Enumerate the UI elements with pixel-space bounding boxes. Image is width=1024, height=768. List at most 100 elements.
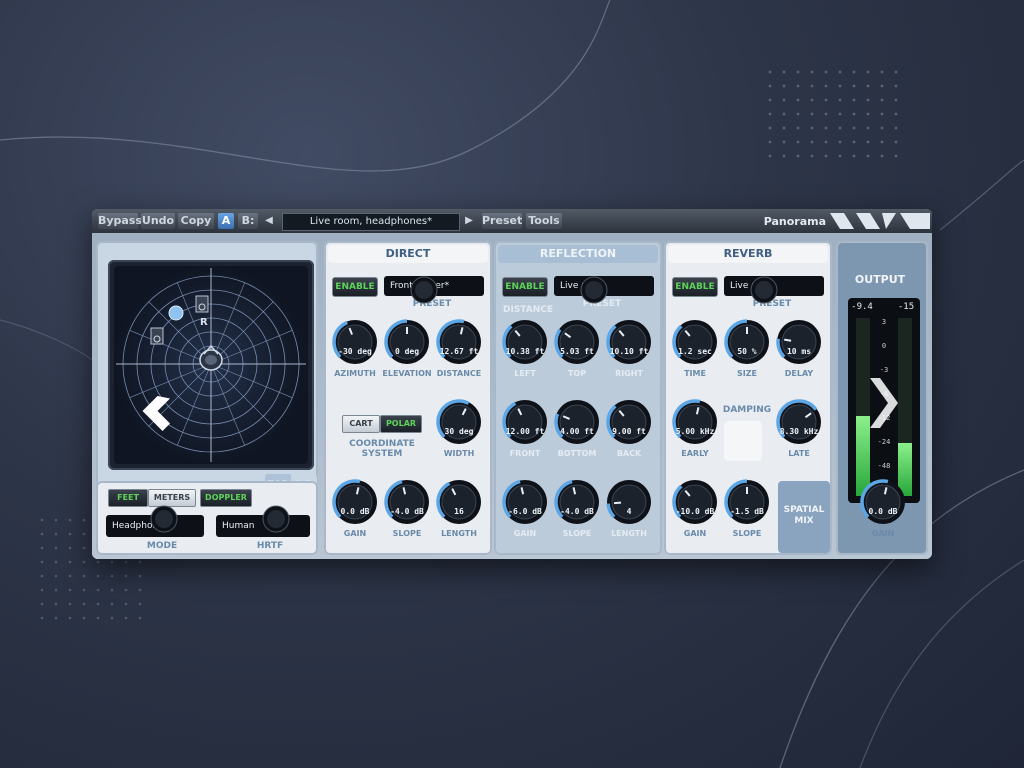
reverb-delay-knob[interactable]: 10 ms [774,317,824,367]
reflection-bottom-knob[interactable]: 4.00 ft [552,397,602,447]
undo-button[interactable]: Undo [141,213,175,229]
reflection-gain-knob[interactable]: -6.0 dB [500,477,550,527]
meter-scale-label: -3 [879,366,889,374]
reflection-preset-knob[interactable] [580,276,608,304]
reflection-length-knob[interactable]: 4 [604,477,654,527]
direct-gain-knob[interactable]: 0.0 dB [330,477,380,527]
reflection-front-knob[interactable]: 12.00 ft [500,397,550,447]
knob-label: GAIN [513,529,537,538]
reverb-title: REVERB [668,245,828,263]
coordinate-system-label: COORDINATE SYSTEM [349,439,415,459]
knob-label: SLOPE [392,529,422,538]
speaker-icon[interactable] [150,327,164,345]
reflection-right-knob[interactable]: 10.10 ft [604,317,654,367]
azimuth-knob[interactable]: -30 deg [330,317,380,367]
knob-label: TIME [684,369,706,378]
preset-prev-icon[interactable]: ◀ [262,213,276,229]
knob-label: GAIN [343,529,367,538]
cart-toggle[interactable]: CART [342,415,380,433]
hrtf-label: HRTF [256,541,284,551]
feet-toggle[interactable]: FEET [108,489,148,507]
damping-late-knob[interactable]: 8.30 kHz [774,397,824,447]
knob-value-readout: 12.67 ft [439,347,479,356]
knob-label: SLOPE [562,529,592,538]
mode-knob[interactable] [150,505,178,533]
reverb-time-knob[interactable]: 1.2 sec [670,317,720,367]
knob-value-readout: 0.0 dB [340,507,370,516]
knob-label: EARLY [681,449,709,458]
knob-value-readout: 1.2 sec [678,347,712,356]
knob-label: LENGTH [611,529,647,538]
plugin-toolbar: Bypass Undo Copy A B: ◀ Live room, headp… [92,209,932,233]
reverb-slope-knob[interactable]: -1.5 dB [722,477,772,527]
output-title: OUTPUT [854,273,906,286]
reverb-preset-knob[interactable] [750,276,778,304]
distance-knob[interactable]: 12.67 ft [434,317,484,367]
knob-value-readout: 5.03 ft [560,347,594,356]
chevron-right-icon[interactable] [864,378,900,428]
knob-label: GAIN [871,529,895,538]
setup-b-button[interactable]: B: [238,213,258,229]
hrtf-knob[interactable] [262,505,290,533]
setup-a-button[interactable]: A [218,213,234,229]
knob-label: AZIMUTH [334,369,376,378]
reverb-enable-button[interactable]: ENABLE [672,277,718,297]
knob-value-readout: 4 [626,507,632,516]
knob-value-readout: 30 deg [444,427,474,436]
direct-enable-button[interactable]: ENABLE [332,277,378,297]
reverb-size-knob[interactable]: 50 % [722,317,772,367]
reflection-back-knob[interactable]: 9.00 ft [604,397,654,447]
knob-value-readout: -4.0 dB [390,507,424,516]
speaker-icon[interactable] [195,295,209,313]
preset-name-display[interactable]: Live room, headphones* [282,213,460,231]
doppler-toggle[interactable]: DOPPLER [200,489,252,507]
output-gain-knob[interactable]: 0.0 dB [858,477,908,527]
source-label: R [200,317,208,328]
knob-label: GAIN [683,529,707,538]
knob-label: DISTANCE [436,369,482,378]
knob-value-readout: -10.0 dB [675,507,715,516]
knob-label: WIDTH [443,449,475,458]
knob-label: LENGTH [441,529,477,538]
reflection-title: REFLECTION [498,245,658,263]
knob-value-readout: 10.38 ft [505,347,545,356]
preset-next-icon[interactable]: ▶ [462,213,476,229]
direct-length-knob[interactable]: 16 [434,477,484,527]
knob-value-readout: 5.00 kHz [675,427,715,436]
knob-label: BOTTOM [557,449,597,458]
peak-right-readout: -15 [897,302,915,312]
direct-title: DIRECT [328,245,488,263]
knob-label: FRONT [509,449,541,458]
knob-label: LATE [788,449,810,458]
knob-value-readout: 0.0 dB [868,507,898,516]
source-position-handle[interactable] [168,305,184,321]
knob-value-readout: 9.00 ft [612,427,646,436]
knob-value-readout: 8.30 kHz [779,427,819,436]
knob-value-readout: 0 deg [394,347,420,356]
knob-label: RIGHT [615,369,643,378]
reflection-top-knob[interactable]: 5.03 ft [552,317,602,367]
knob-label: LEFT [514,369,536,378]
width-knob[interactable]: 30 deg [434,397,484,447]
knob-value-readout: -1.5 dB [730,507,764,516]
reflection-enable-button[interactable]: ENABLE [502,277,548,297]
reflection-slope-knob[interactable]: -4.0 dB [552,477,602,527]
knob-label: BACK [616,449,642,458]
damping-early-knob[interactable]: 5.00 kHz [670,397,720,447]
tools-menu-button[interactable]: Tools [526,213,562,229]
spatial-radar-display[interactable]: R [108,260,314,470]
damping-link-box [724,421,762,461]
reverb-gain-knob[interactable]: -10.0 dB [670,477,720,527]
direct-slope-knob[interactable]: -4.0 dB [382,477,432,527]
knob-value-readout: 16 [454,507,464,516]
elevation-knob[interactable]: 0 deg [382,317,432,367]
meter-scale-label: -48 [877,462,891,470]
preset-menu-button[interactable]: Preset [482,213,522,229]
reflection-left-knob[interactable]: 10.38 ft [500,317,550,367]
knob-label: SIZE [736,369,757,378]
polar-toggle[interactable]: POLAR [380,415,422,433]
copy-button[interactable]: Copy [178,213,214,229]
knob-label: DELAY [784,369,814,378]
bypass-button[interactable]: Bypass [98,213,142,229]
direct-preset-knob[interactable] [410,276,438,304]
